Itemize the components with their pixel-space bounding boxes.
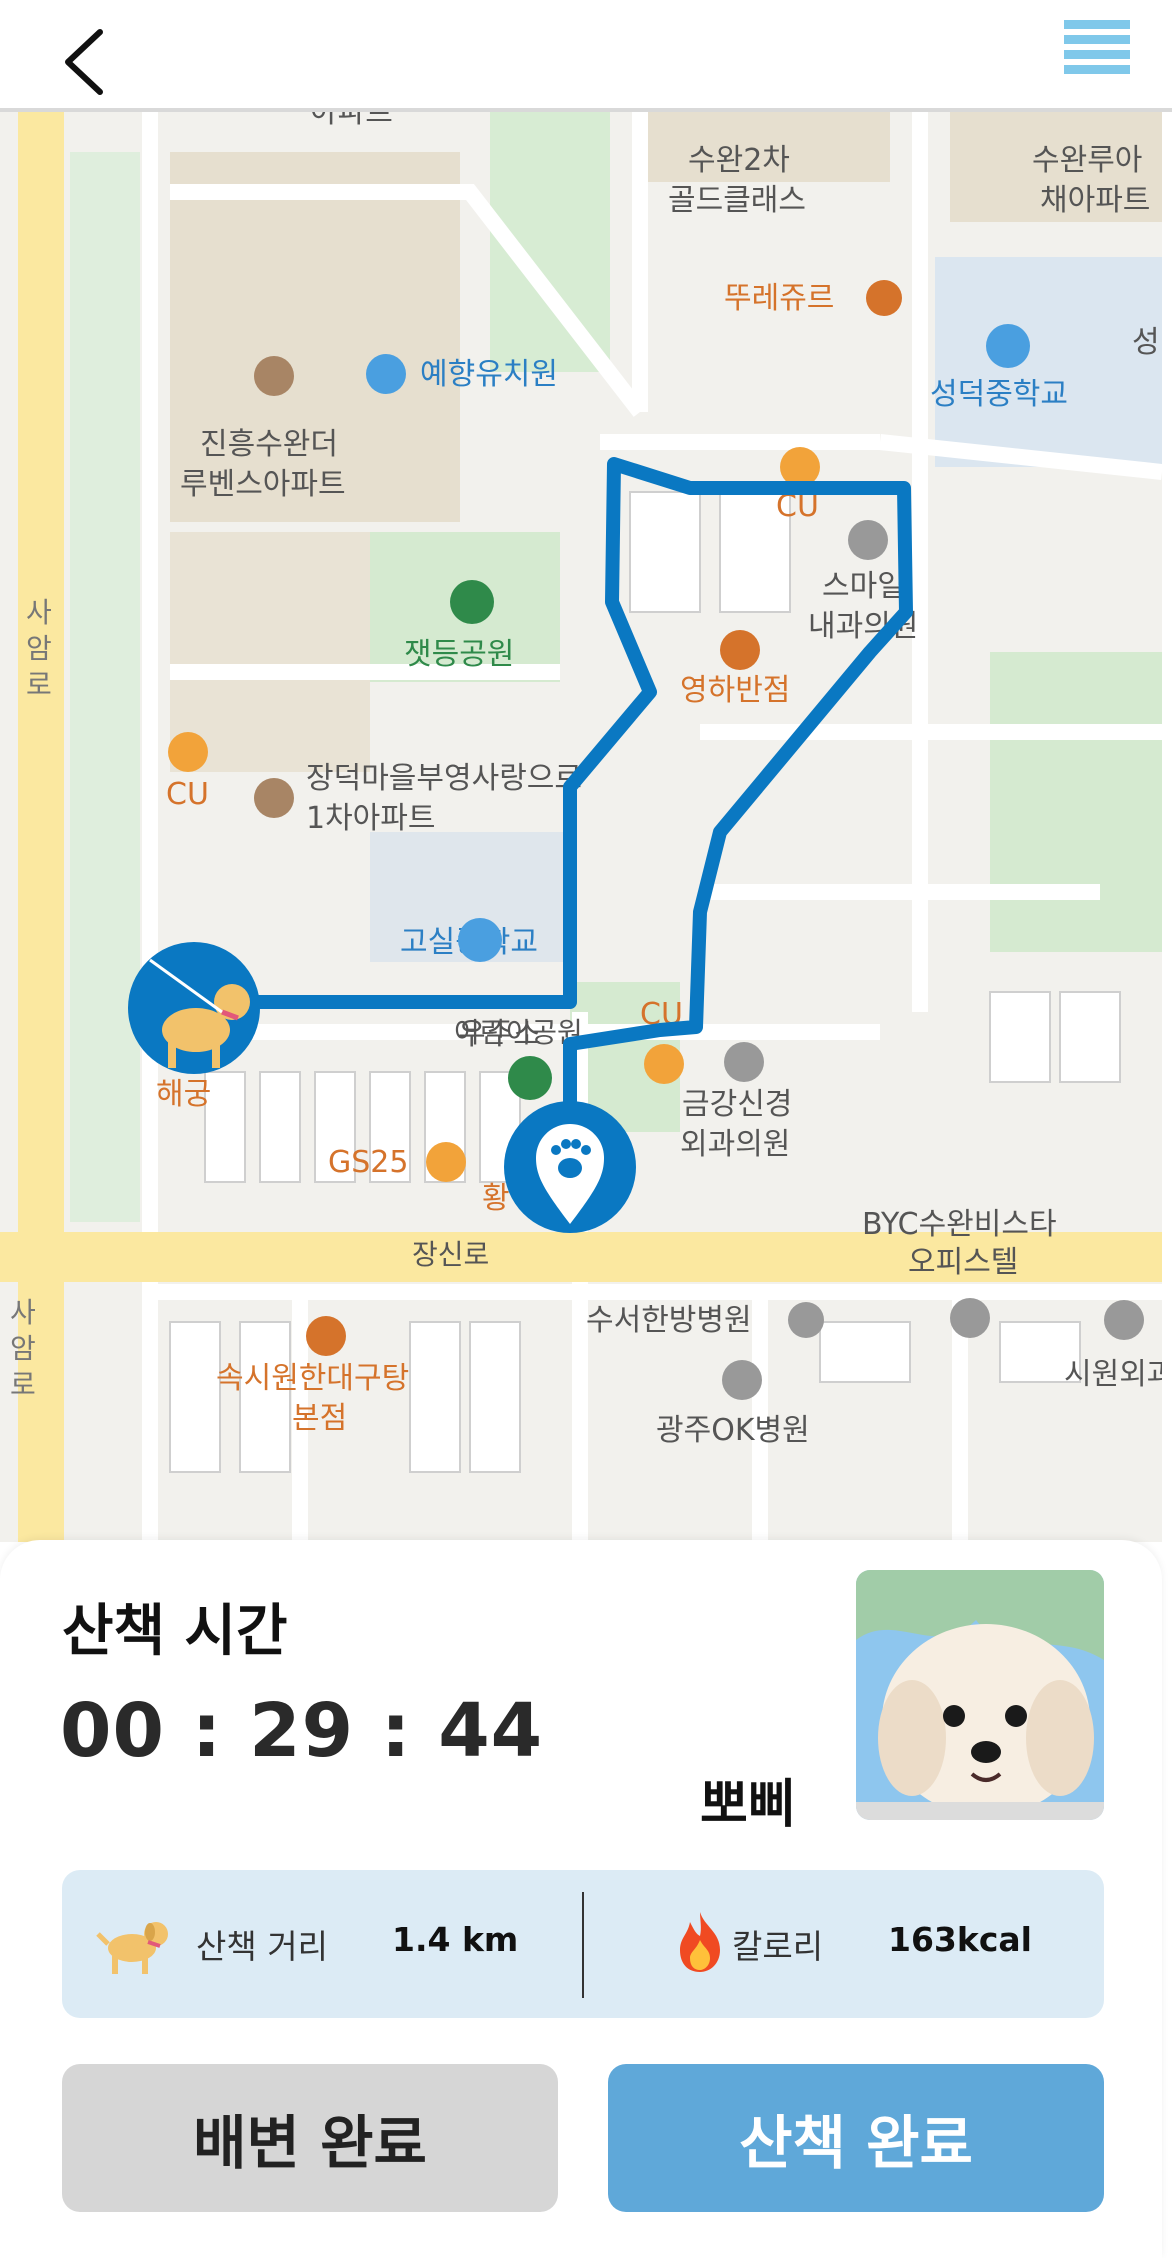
svg-text:잿등공원: 잿등공원 [404,637,514,672]
svg-text:시원외과: 시원외과 [1064,1357,1162,1392]
svg-text:속시원한대구탕: 속시원한대구탕 [216,1361,409,1396]
svg-text:골드클래스: 골드클래스 [668,183,806,218]
chevron-left-icon [65,29,103,95]
svg-text:금강신경: 금강신경 [682,1087,792,1122]
dog-avatar[interactable] [856,1570,1104,1820]
svg-text:수완2차: 수완2차 [688,143,790,178]
walk-stats-panel: 산책 거리 1.4 km 칼로리 163kcal [62,1870,1104,2018]
walk-timer: 00 : 29 : 44 [60,1688,544,1774]
distance-value: 1.4 km [392,1920,519,1959]
walk-summary-sheet: 산책 시간 00 : 29 : 44 뽀삐 산책 거리 1.4 km 칼로리 1… [0,1540,1162,2258]
svg-text:영하반점: 영하반점 [680,673,790,708]
stats-divider [582,1892,584,1998]
calorie-label: 칼로리 [732,1927,824,1966]
potty-done-button[interactable]: 배변 완료 [62,2064,558,2212]
svg-text:성덕중학교: 성덕중학교 [930,377,1068,412]
svg-text:로: 로 [26,668,52,701]
svg-text:수서한방병원: 수서한방병원 [586,1303,752,1338]
menu-button[interactable] [1064,18,1130,80]
app-header [0,0,1172,112]
svg-text:수완루아: 수완루아 [1032,143,1142,178]
svg-text:BYC수완비스타: BYC수완비스타 [862,1207,1057,1242]
svg-text:암: 암 [26,632,52,665]
paw-pin-icon[interactable] [504,1101,636,1233]
walk-time-title: 산책 시간 [62,1599,288,1664]
svg-text:뚜레쥬르: 뚜레쥬르 [724,281,834,316]
svg-text:사: 사 [10,1296,36,1329]
svg-text:채아파트: 채아파트 [1040,183,1150,218]
svg-text:로: 로 [10,1368,36,1401]
svg-text:1차아파트: 1차아파트 [306,801,436,836]
svg-text:진흥수완더: 진흥수완더 [200,427,338,462]
dog-name: 뽀삐 [700,1775,796,1835]
walk-map[interactable]: 아파트 수완2차 골드클래스 수완루아 채아파트 성 진흥수완더 루벤스아파트 … [0,112,1162,1542]
svg-text:성: 성 [1132,325,1160,360]
finish-walk-button[interactable]: 산책 완료 [608,2064,1104,2212]
svg-text:본점: 본점 [292,1401,347,1436]
svg-text:GS25: GS25 [328,1145,408,1180]
svg-text:사: 사 [26,596,52,629]
calorie-value: 163kcal [888,1920,1032,1959]
dog-start-marker[interactable] [128,942,260,1074]
hamburger-menu-icon [1064,20,1130,74]
svg-text:광주OK병원: 광주OK병원 [656,1413,810,1448]
svg-text:오피스텔: 오피스텔 [908,1245,1018,1280]
svg-text:루벤스아파트: 루벤스아파트 [180,467,346,502]
distance-label: 산책 거리 [196,1927,328,1966]
back-button[interactable] [52,22,122,102]
svg-text:장덕마을부영사랑으로: 장덕마을부영사랑으로 [306,761,582,796]
fire-icon [674,1910,726,1978]
dog-marker-label: 해궁 [156,1077,211,1112]
svg-text:CU: CU [166,777,209,812]
svg-text:예향유치원: 예향유치원 [420,357,558,392]
svg-text:황: 황 [482,1181,510,1216]
svg-text:장신로: 장신로 [412,1238,489,1271]
svg-text:스마일: 스마일 [822,569,905,604]
dog-icon [96,1912,172,1980]
svg-text:암: 암 [10,1332,36,1365]
svg-text:외과의원: 외과의원 [680,1127,790,1162]
svg-text:아파트: 아파트 [310,112,393,130]
